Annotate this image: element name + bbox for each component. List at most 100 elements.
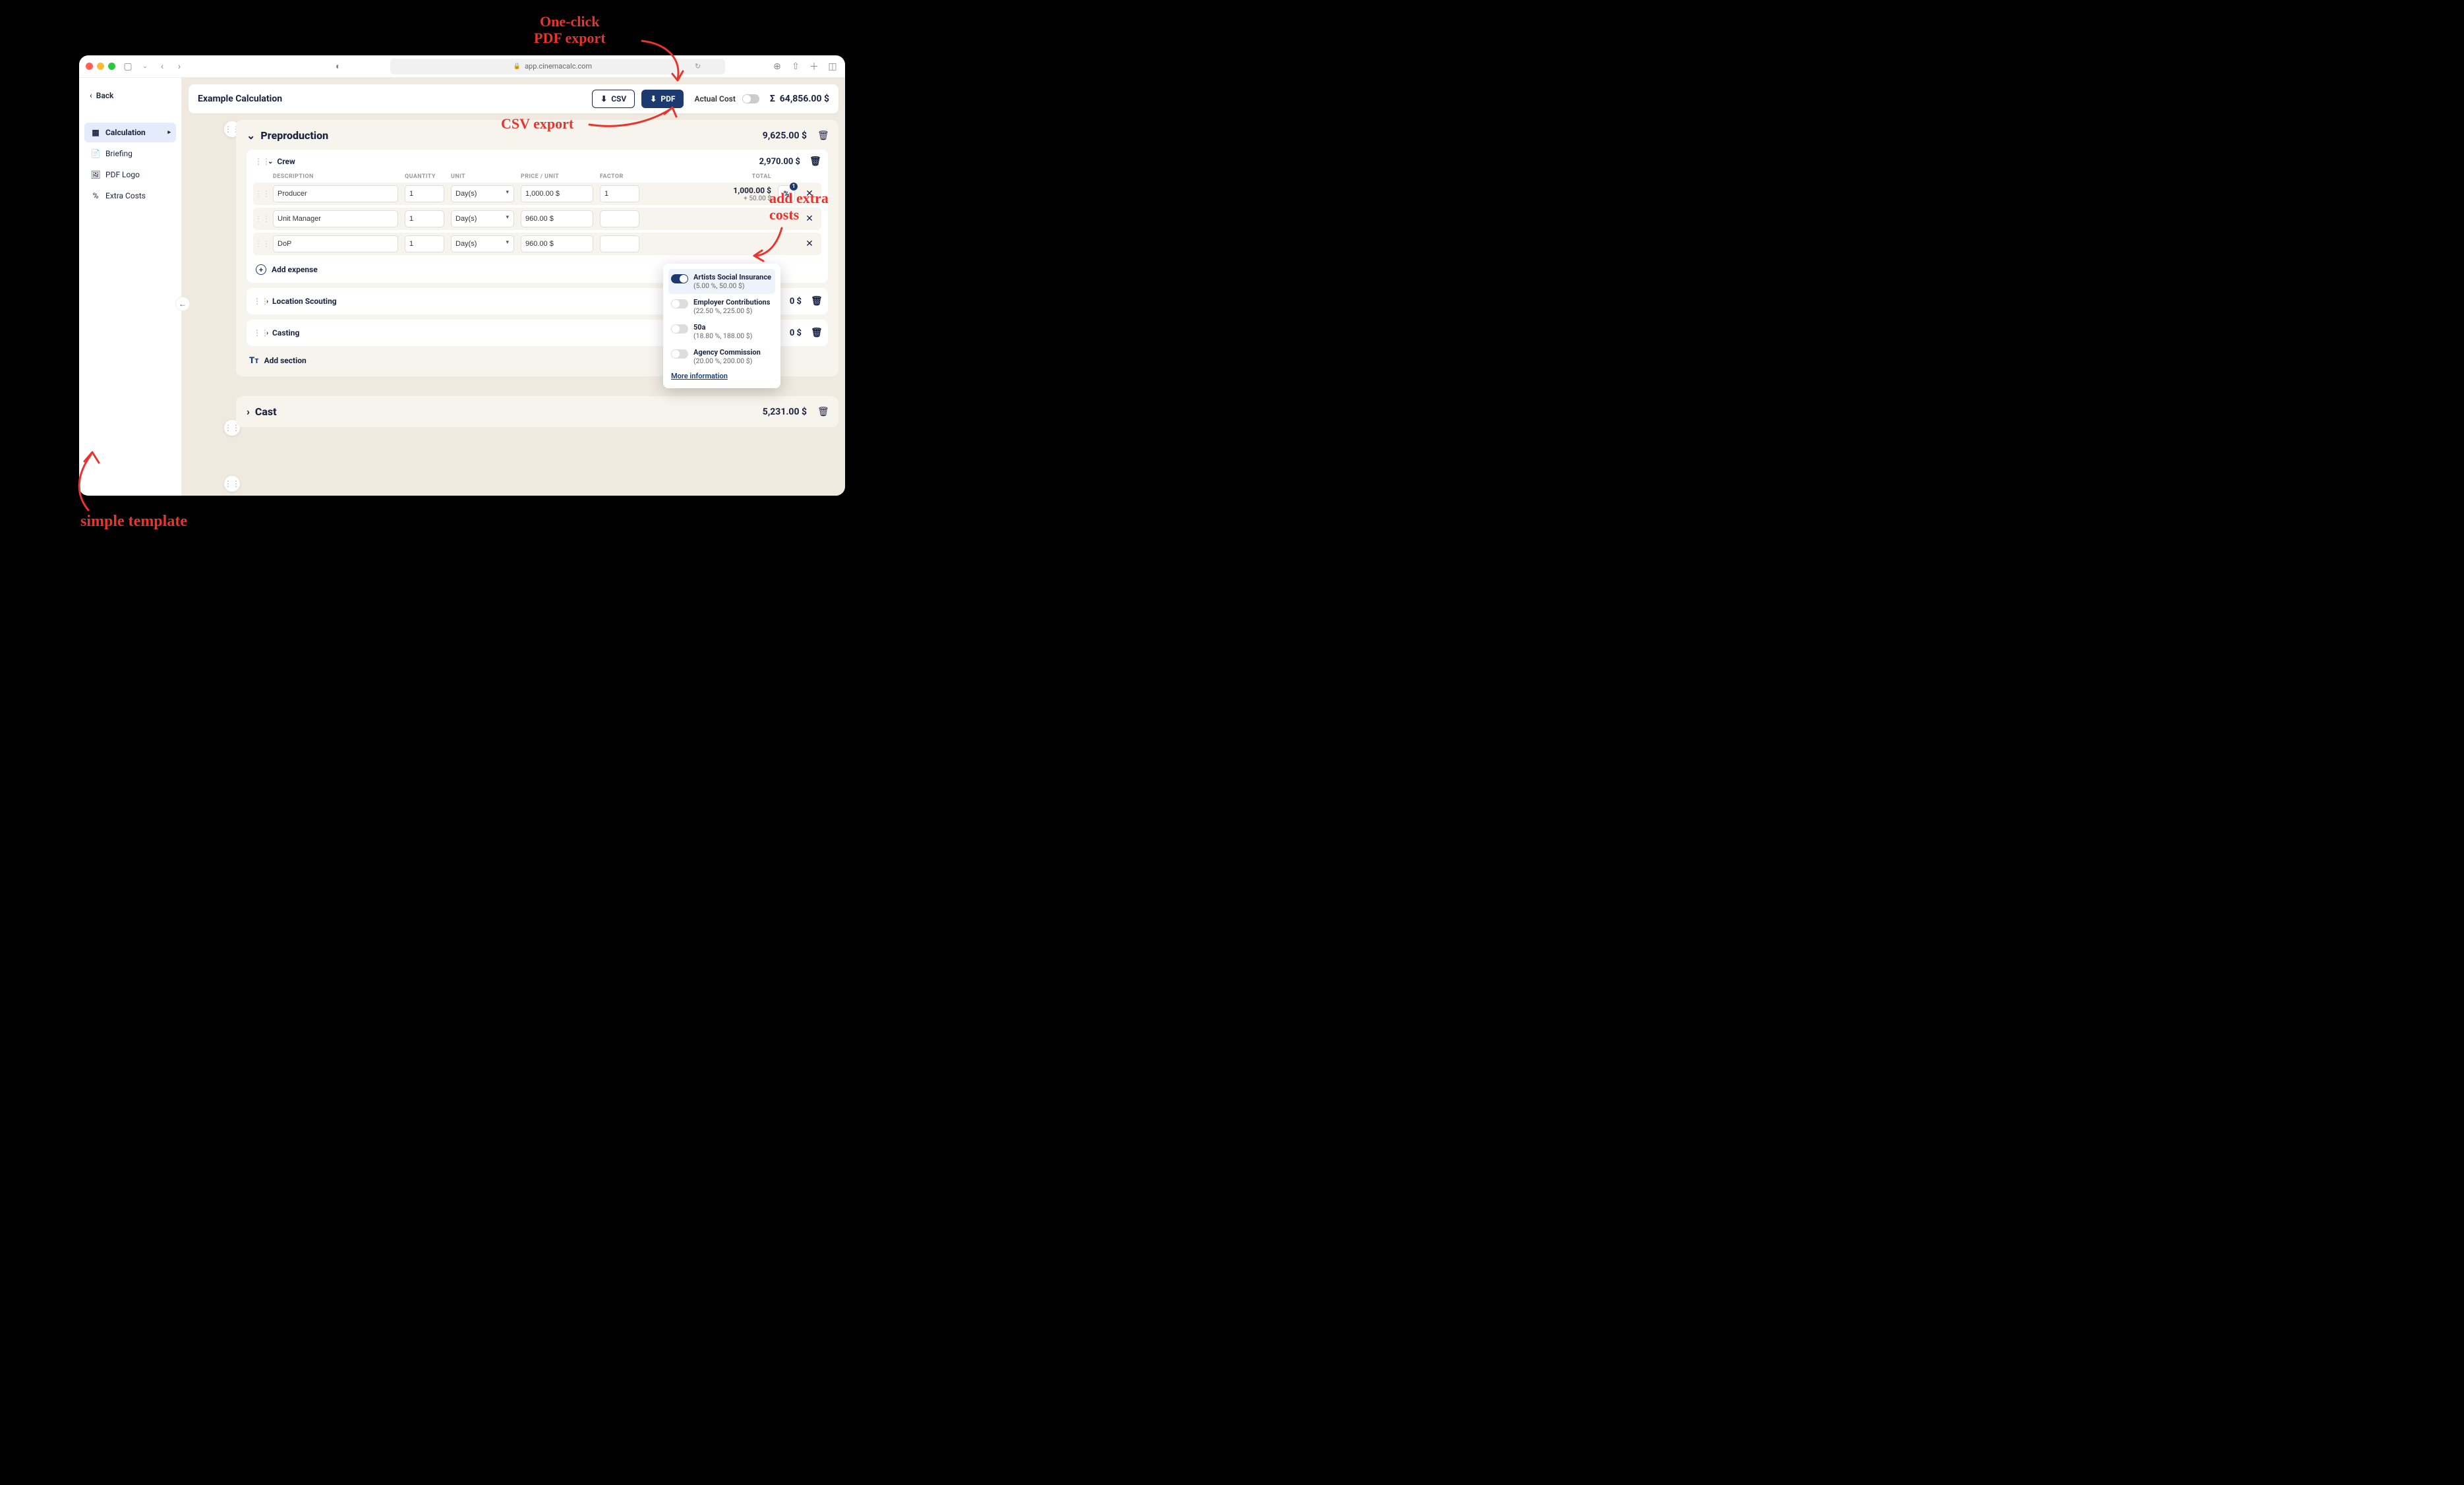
expense-row: ⋮⋮ Day(s) ✕: [254, 210, 820, 227]
quantity-input[interactable]: [405, 210, 444, 227]
section-cast: › Cast 5,231.00 $ 🗑: [236, 396, 838, 427]
actual-cost-label: Actual Cost: [694, 94, 735, 103]
factor-input[interactable]: [600, 235, 639, 252]
annotation-extra: add extracosts: [769, 190, 829, 223]
toggle[interactable]: [671, 299, 688, 308]
col-quantity: QUANTITY: [405, 173, 444, 180]
description-input[interactable]: [273, 210, 398, 227]
subsection-total: 0 $: [790, 328, 802, 338]
nav-forward-icon[interactable]: ›: [173, 61, 185, 73]
sidebar-toggle-icon[interactable]: ▢: [122, 61, 134, 73]
unit-select[interactable]: Day(s): [451, 210, 514, 227]
content-area: Example Calculation ⬇CSV ⬇PDF Actual Cos…: [182, 78, 845, 496]
chevron-right-icon: ›: [266, 298, 268, 305]
tabs-icon[interactable]: ◫: [827, 61, 838, 73]
download-icon[interactable]: ⊕: [771, 61, 783, 73]
factor-input[interactable]: [600, 210, 639, 227]
drag-handle[interactable]: ⋮⋮: [254, 239, 264, 248]
price-input[interactable]: [521, 185, 593, 202]
sidebar-item-briefing[interactable]: 📄Briefing: [84, 144, 176, 163]
description-input[interactable]: [273, 235, 398, 252]
expense-row: ⋮⋮ Day(s) ✕: [254, 235, 820, 252]
grid-icon: ▦: [91, 128, 100, 137]
document-icon: 📄: [91, 149, 100, 158]
text-icon: Tᴛ: [249, 355, 259, 366]
sidebar-item-calculation[interactable]: ▦Calculation: [84, 123, 176, 142]
arrow-pdf: [639, 34, 692, 90]
topbar: Example Calculation ⬇CSV ⬇PDF Actual Cos…: [189, 84, 838, 113]
page-title: Example Calculation: [198, 94, 585, 104]
drag-handle[interactable]: ⋮⋮: [254, 189, 264, 198]
unit-select[interactable]: Day(s): [451, 235, 514, 252]
chevron-right-icon[interactable]: ›: [247, 405, 250, 418]
extra-cost-option[interactable]: Agency Commission(20.00 %, 200.00 $): [668, 344, 775, 369]
col-price: PRICE / UNIT: [521, 173, 593, 180]
extra-cost-option[interactable]: Employer Contributions(22.50 %, 225.00 $…: [668, 294, 775, 319]
annotation-template: simple template: [80, 513, 187, 531]
chevron-down-icon[interactable]: ⌄: [139, 61, 151, 73]
trash-icon[interactable]: 🗑: [811, 328, 821, 338]
arrow-extra: [750, 225, 787, 265]
subsection-title: Crew: [277, 157, 295, 166]
extra-cost-option[interactable]: 50a(18.80 %, 188.00 $): [668, 319, 775, 344]
url-text: app.cinemacalc.com: [525, 62, 592, 71]
browser-window: ▢ ⌄ ‹ › ◐ 🔒 app.cinemacalc.com ↻ ⊕ ⇧ ＋ ◫…: [79, 55, 845, 496]
sidebar-item-extra-costs[interactable]: %Extra Costs: [84, 186, 176, 206]
plus-circle-icon: +: [256, 264, 266, 275]
description-input[interactable]: [273, 185, 398, 202]
plus-icon[interactable]: ＋: [808, 61, 820, 73]
drag-handle[interactable]: ⋮⋮: [254, 214, 264, 223]
drag-handle[interactable]: ⋮⋮: [224, 476, 240, 492]
arrow-csv: [587, 102, 679, 134]
back-link[interactable]: ‹Back: [84, 84, 176, 107]
quantity-input[interactable]: [405, 185, 444, 202]
trash-icon[interactable]: 🗑: [811, 296, 821, 306]
subsection-title: Location Scouting: [272, 297, 337, 306]
toggle[interactable]: [671, 349, 688, 359]
sidebar-collapse-button[interactable]: ←: [175, 297, 190, 311]
section-total: 9,625.00 $: [763, 131, 807, 141]
annotation-csv: CSV export: [501, 115, 573, 132]
section-title: Cast: [255, 405, 757, 418]
annotation-pdf: One-clickPDF export: [534, 13, 606, 47]
trash-icon[interactable]: 🗑: [817, 407, 828, 417]
drag-handle[interactable]: ⋮⋮: [253, 297, 262, 306]
col-factor: FACTOR: [600, 173, 639, 180]
unit-select[interactable]: Day(s): [451, 185, 514, 202]
reload-icon[interactable]: ↻: [695, 62, 701, 71]
actual-cost-toggle[interactable]: [742, 94, 759, 103]
subsection-crew: ⋮⋮ ⌄ Crew 2,970.00 $ 🗑 DESCRIPTION QUANT…: [247, 150, 828, 283]
toggle[interactable]: [671, 324, 688, 334]
percent-icon: %: [91, 191, 100, 200]
shield-icon[interactable]: ◐: [332, 61, 344, 73]
row-total: 1,000.00 $+ 50.00 $: [646, 186, 771, 202]
sidebar: ‹Back ▦Calculation 📄Briefing 🖼PDF Logo %…: [79, 78, 182, 496]
browser-toolbar: ▢ ⌄ ‹ › ◐ 🔒 app.cinemacalc.com ↻ ⊕ ⇧ ＋ ◫: [79, 55, 845, 78]
image-icon: 🖼: [91, 170, 100, 179]
chevron-down-icon[interactable]: ⌄: [268, 158, 273, 165]
share-icon[interactable]: ⇧: [790, 61, 802, 73]
grand-total: Σ 64,856.00 $: [770, 94, 829, 104]
section-total: 5,231.00 $: [763, 407, 807, 417]
toggle[interactable]: [671, 274, 688, 283]
trash-icon[interactable]: 🗑: [817, 131, 828, 141]
more-information-link[interactable]: More information: [668, 369, 775, 383]
price-input[interactable]: [521, 210, 593, 227]
chevron-right-icon: ›: [266, 330, 268, 337]
sidebar-item-pdf-logo[interactable]: 🖼PDF Logo: [84, 165, 176, 185]
trash-icon[interactable]: 🗑: [809, 156, 820, 167]
drag-handle[interactable]: ⋮⋮: [254, 157, 264, 166]
factor-input[interactable]: [600, 185, 639, 202]
quantity-input[interactable]: [405, 235, 444, 252]
col-description: DESCRIPTION: [273, 173, 398, 180]
subsection-title: Casting: [272, 328, 299, 337]
lock-icon: 🔒: [513, 63, 521, 70]
chevron-left-icon: ‹: [90, 91, 92, 100]
price-input[interactable]: [521, 235, 593, 252]
drag-handle[interactable]: ⋮⋮: [253, 328, 262, 337]
nav-back-icon[interactable]: ‹: [156, 61, 168, 73]
chevron-down-icon[interactable]: ⌄: [247, 129, 255, 142]
extra-cost-option[interactable]: Artists Social Insurance(5.00 %, 50.00 $…: [668, 269, 775, 294]
arrow-template: [69, 448, 108, 514]
close-icon[interactable]: ✕: [804, 239, 815, 249]
